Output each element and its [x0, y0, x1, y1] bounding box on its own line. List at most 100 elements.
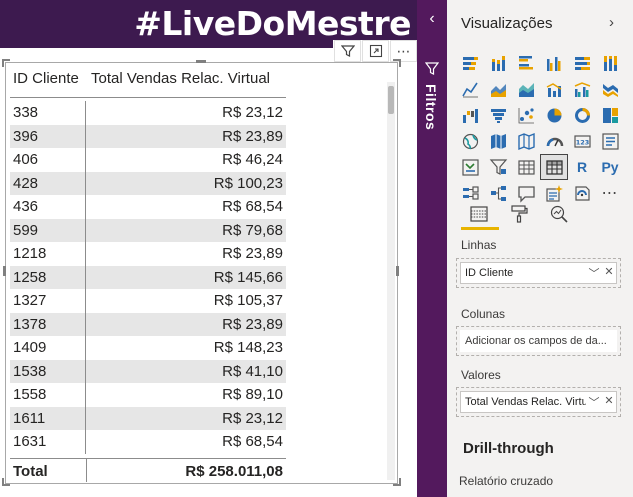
focus-mode-icon[interactable] [362, 40, 389, 62]
columns-well[interactable]: Adicionar os campos de da... [456, 326, 621, 356]
table-row[interactable]: 1258 R$ 145,66 [10, 265, 286, 289]
column-header-total-vendas[interactable]: Total Vendas Relac. Virtual [88, 70, 270, 87]
rows-well[interactable]: ID Cliente ﹀ ✕ [456, 258, 621, 288]
filled-map-icon[interactable] [484, 128, 512, 154]
table-row[interactable]: 1558 R$ 89,10 [10, 383, 286, 407]
cell-id-cliente: 338 [10, 101, 86, 125]
line-column-icon-glyph [546, 82, 561, 97]
chevron-down-icon[interactable]: ﹀ [588, 265, 599, 281]
table-row[interactable]: 1218 R$ 23,89 [10, 242, 286, 266]
line-chart-icon[interactable] [456, 76, 484, 102]
values-field-pill[interactable]: Total Vendas Relac. Virtual ﹀ ✕ [460, 391, 617, 413]
resize-handle-right[interactable] [396, 266, 399, 276]
cell-total-vendas: R$ 89,10 [222, 386, 283, 404]
funnel-icon[interactable] [484, 102, 512, 128]
table-row[interactable]: 406 R$ 46,24 [10, 148, 286, 172]
table-row[interactable]: 1409 R$ 148,23 [10, 336, 286, 360]
table-row[interactable]: 428 R$ 100,23 [10, 171, 286, 195]
clustered-bar-icon-glyph [518, 55, 533, 69]
card-icon[interactable]: 123 [568, 128, 596, 154]
svg-text:123: 123 [575, 138, 589, 146]
treemap-icon[interactable] [596, 102, 624, 128]
resize-corner-bottom-left[interactable] [2, 478, 10, 486]
cell-id-cliente: 1258 [10, 265, 86, 289]
filled-map-icon-glyph [490, 133, 506, 149]
resize-handle-top[interactable] [196, 60, 206, 63]
100-column-icon[interactable] [596, 50, 624, 76]
cell-id-cliente: 406 [10, 148, 86, 172]
remove-field-icon[interactable]: ✕ [604, 265, 613, 281]
waterfall-icon[interactable] [456, 102, 484, 128]
python-visual-icon[interactable]: Py [596, 154, 624, 180]
table-row[interactable]: 396 R$ 23,89 [10, 124, 286, 148]
pie-icon[interactable] [540, 102, 568, 128]
format-tab-icon[interactable] [499, 200, 539, 228]
table-row[interactable]: 1378 R$ 23,89 [10, 312, 286, 336]
stacked-bar-icon[interactable] [456, 50, 484, 76]
area-chart-icon[interactable] [484, 76, 512, 102]
pane-tabs [459, 200, 579, 228]
visualizations-pane: Visualizações › 123 R Py ⋯ Linhas ID Client… [447, 0, 633, 497]
cell-total-vendas: R$ 23,89 [222, 315, 283, 333]
line-column-icon[interactable] [540, 76, 568, 102]
resize-corner-top-right[interactable] [393, 59, 401, 67]
column-header-id-cliente[interactable]: ID Cliente [6, 70, 88, 87]
scatter-icon[interactable] [512, 102, 540, 128]
kpi-icon[interactable] [456, 154, 484, 180]
stacked-column-icon[interactable] [484, 50, 512, 76]
table-row[interactable]: 1538 R$ 41,10 [10, 359, 286, 383]
100-bar-icon[interactable] [568, 50, 596, 76]
map-icon[interactable] [456, 128, 484, 154]
filter-funnel-icon [425, 62, 439, 75]
table-row[interactable]: 436 R$ 68,54 [10, 195, 286, 219]
remove-field-icon[interactable]: ✕ [604, 394, 613, 410]
multirow-card-icon[interactable] [596, 128, 624, 154]
rows-field-pill[interactable]: ID Cliente ﹀ ✕ [460, 262, 617, 284]
matrix-icon-glyph [545, 159, 563, 175]
cell-total-vendas: R$ 41,10 [222, 362, 283, 380]
expand-filters-chevron-icon[interactable]: ‹ [417, 10, 447, 28]
table-scrollbar[interactable] [387, 82, 395, 480]
table-row[interactable]: 338 R$ 23,12 [10, 101, 286, 125]
map-icon-glyph [462, 133, 478, 149]
fields-tab-icon[interactable] [459, 200, 499, 228]
r-visual-icon[interactable]: R [568, 154, 596, 180]
table-row[interactable]: 599 R$ 79,68 [10, 218, 286, 242]
stacked-column-icon-glyph [491, 55, 505, 71]
chevron-down-icon[interactable]: ﹀ [588, 394, 599, 410]
visual-header: ⋯ [333, 40, 417, 62]
stacked-area-icon[interactable] [512, 76, 540, 102]
gauge-icon[interactable] [540, 128, 568, 154]
collapse-pane-chevron-icon[interactable]: › [609, 14, 614, 31]
clustered-bar-icon[interactable] [512, 50, 540, 76]
clustered-column-icon[interactable] [540, 50, 568, 76]
scrollbar-thumb[interactable] [388, 86, 394, 114]
shape-map-icon[interactable] [512, 128, 540, 154]
100-column-icon-glyph [603, 55, 617, 71]
filters-pane[interactable]: ‹ Filtros [417, 0, 447, 497]
cell-id-cliente: 599 [10, 218, 86, 242]
rows-well-label: Linhas [461, 238, 497, 252]
matrix-icon[interactable] [540, 154, 568, 180]
analytics-tab-icon[interactable] [539, 200, 579, 228]
filter-icon[interactable] [334, 40, 361, 62]
table-row[interactable]: 1611 R$ 23,12 [10, 406, 286, 430]
total-row: Total R$ 258.011,08 [10, 459, 286, 483]
columns-well-label: Colunas [461, 307, 506, 321]
line-clustered-icon[interactable] [568, 76, 596, 102]
ribbon-chart-icon[interactable] [596, 76, 624, 102]
donut-icon[interactable] [568, 102, 596, 128]
total-label: Total [13, 462, 48, 480]
table-icon[interactable] [512, 154, 540, 180]
more-visuals-icon[interactable]: ⋯ [596, 180, 624, 206]
slicer-icon[interactable] [484, 154, 512, 180]
table-row[interactable]: 1631 R$ 68,54 [10, 430, 286, 454]
cell-total-vendas: R$ 23,89 [222, 127, 283, 145]
columns-placeholder[interactable]: Adicionar os campos de da... [460, 330, 617, 352]
cell-total-vendas: R$ 23,12 [222, 409, 283, 427]
resize-handle-left[interactable] [3, 266, 6, 276]
table-row[interactable]: 1327 R$ 105,37 [10, 289, 286, 313]
values-well-label: Valores [461, 368, 501, 382]
values-well[interactable]: Total Vendas Relac. Virtual ﹀ ✕ [456, 387, 621, 417]
cell-id-cliente: 1378 [10, 312, 86, 336]
